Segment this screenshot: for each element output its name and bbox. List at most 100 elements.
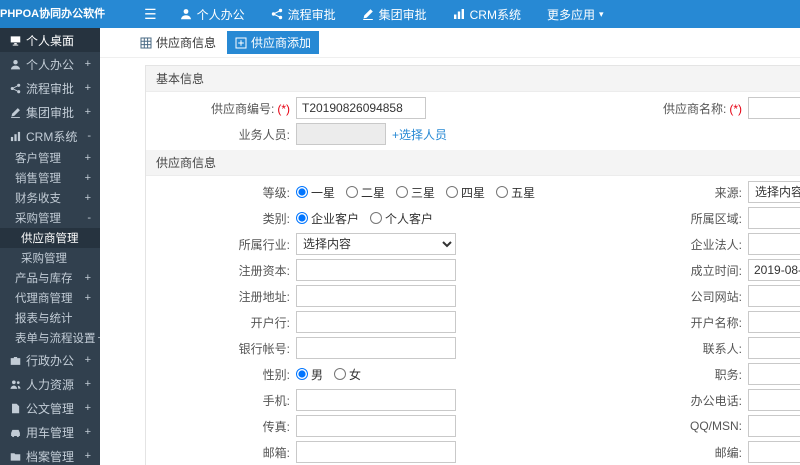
expand-indicator: -	[87, 130, 91, 142]
field-zone: 男女	[296, 366, 606, 383]
level-radio[interactable]	[496, 186, 509, 198]
tab-label: 供应商添加	[251, 36, 312, 50]
field-zone	[296, 311, 606, 333]
sidebar-item-agent-management[interactable]: 代理商管理 +	[0, 288, 100, 308]
level-radio[interactable]	[446, 186, 459, 198]
flow-icon	[271, 8, 283, 20]
sidebar-item-archive-management[interactable]: 档案管理 +	[0, 444, 100, 465]
briefcase-icon	[10, 355, 21, 366]
supplier-name-label: 供应商名称: (*)	[606, 100, 748, 117]
gender-radio-option[interactable]: 女	[334, 366, 361, 383]
content-area: 基本信息供应商编号:(*)供应商名称:(*)业务人员:+选择人员供应商信息等级:…	[100, 59, 800, 465]
field-label-text: 职务:	[714, 367, 742, 382]
gender-radio[interactable]	[296, 368, 308, 380]
region-input[interactable]	[748, 207, 800, 229]
sidebar-item-vehicle-management[interactable]: 用车管理 +	[0, 420, 100, 444]
tab-supplier-info[interactable]: 供应商信息	[132, 31, 224, 54]
select-person-link[interactable]: +选择人员	[392, 126, 447, 143]
sidebar-item-human-resources[interactable]: 人力资源 +	[0, 372, 100, 396]
sidebar-item-form-flow-settings[interactable]: 表单与流程设置+	[0, 328, 100, 348]
supplier-name-input[interactable]	[748, 97, 800, 119]
contact-input[interactable]	[748, 337, 800, 359]
gender-radio-option[interactable]: 男	[296, 366, 323, 383]
topbar-nav-personal-office[interactable]: 个人办公	[167, 0, 258, 28]
radio-label: 企业客户	[311, 211, 360, 226]
qq-msn-input[interactable]	[748, 415, 800, 437]
supplier-code-input[interactable]	[296, 97, 426, 119]
bank-input[interactable]	[296, 311, 456, 333]
registered-address-input[interactable]	[296, 285, 456, 307]
email-input[interactable]	[296, 441, 456, 463]
zip-label: 邮编:	[606, 444, 748, 461]
legal-person-input[interactable]	[748, 233, 800, 255]
level-radio-option[interactable]: 一星	[296, 184, 335, 201]
sidebar-item-label: 财务收支	[15, 193, 61, 205]
sidebar-item-crm-system[interactable]: CRM系统 -	[0, 124, 100, 148]
level-radio[interactable]	[346, 186, 359, 198]
mobile-input[interactable]	[296, 389, 456, 411]
website-input[interactable]	[748, 285, 800, 307]
category-radio-option[interactable]: 个人客户	[370, 210, 433, 227]
sidebar-item-purchasing[interactable]: 采购管理	[0, 248, 100, 268]
field-zone: 一星 二星 三星 四星 五星	[296, 184, 606, 201]
sidebar-item-finance-income-expense[interactable]: 财务收支 +	[0, 188, 100, 208]
sidebar-item-label: 客户管理	[15, 153, 61, 165]
fax-input[interactable]	[296, 415, 456, 437]
account-name-input[interactable]	[748, 311, 800, 333]
expand-indicator: +	[84, 172, 91, 184]
category-radio-option[interactable]: 企业客户	[296, 210, 359, 227]
level-radio[interactable]	[296, 186, 308, 198]
sidebar-item-product-inventory[interactable]: 产品与库存 +	[0, 268, 100, 288]
field-label-text: 注册资本:	[238, 263, 290, 278]
form-cell: 开户名称:	[606, 311, 800, 333]
field-zone	[748, 337, 800, 359]
level-radio[interactable]	[396, 186, 409, 198]
source-select[interactable]: 选择内容	[748, 181, 800, 203]
level-radio-option[interactable]: 五星	[496, 184, 535, 201]
sidebar-item-personal-desktop[interactable]: 个人桌面	[0, 28, 100, 52]
sidebar-item-process-approval[interactable]: 流程审批 +	[0, 76, 100, 100]
category-radio[interactable]	[296, 212, 308, 224]
sidebar-item-sales-management[interactable]: 销售管理 +	[0, 168, 100, 188]
sidebar-item-personal-office[interactable]: 个人办公 +	[0, 52, 100, 76]
sidebar-item-supplier-management[interactable]: 供应商管理	[0, 228, 100, 248]
business-person-input[interactable]	[296, 123, 386, 145]
level-radio-option[interactable]: 二星	[346, 184, 385, 201]
topbar-nav-more-apps[interactable]: 更多应用 ▾	[534, 0, 617, 28]
founded-date-label: 成立时间:	[606, 262, 748, 279]
level-radio-option[interactable]: 三星	[396, 184, 435, 201]
sidebar-item-document-management[interactable]: 公文管理 +	[0, 396, 100, 420]
topbar-nav-crm-system[interactable]: CRM系统	[440, 0, 534, 28]
sidebar-item-label: 公文管理	[26, 401, 75, 416]
field-label-text: 业务人员:	[238, 127, 290, 142]
desktop-icon	[10, 35, 21, 46]
founded-date-input[interactable]	[748, 259, 800, 281]
sidebar-item-reports-statistics[interactable]: 报表与统计	[0, 308, 100, 328]
office-phone-input[interactable]	[748, 389, 800, 411]
level-radio-option[interactable]: 四星	[446, 184, 485, 201]
registered-capital-input[interactable]	[296, 259, 456, 281]
topbar-nav-label: 集团审批	[378, 7, 427, 22]
tab-supplier-add[interactable]: 供应商添加	[227, 31, 320, 54]
zip-input[interactable]	[748, 441, 800, 463]
sidebar-item-admin-office[interactable]: 行政办公 +	[0, 348, 100, 372]
radio-label: 二星	[361, 185, 386, 200]
field-label-text: 企业法人:	[690, 237, 742, 252]
topbar: PHPOA协同办公软件 ☰ 个人办公 流程审批 集团审批 CRM系统 更多应用 ▾	[0, 0, 800, 28]
field-zone: 选择内容	[296, 233, 606, 255]
industry-select[interactable]: 选择内容	[296, 233, 456, 255]
sidebar-item-purchase-management[interactable]: 采购管理 -	[0, 208, 100, 228]
gender-label: 性别:	[146, 366, 296, 383]
topbar-nav-process-approval[interactable]: 流程审批	[258, 0, 349, 28]
category-radio[interactable]	[370, 212, 383, 224]
radio-label: 个人客户	[385, 211, 434, 226]
sidebar-item-label: 采购管理	[15, 213, 61, 225]
expand-indicator: +	[84, 402, 91, 414]
bank-account-input[interactable]	[296, 337, 456, 359]
job-title-input[interactable]	[748, 363, 800, 385]
sidebar-item-customer-management[interactable]: 客户管理 +	[0, 148, 100, 168]
menu-toggle-icon[interactable]: ☰	[144, 0, 157, 28]
sidebar-item-group-approval[interactable]: 集团审批 +	[0, 100, 100, 124]
topbar-nav-group-approval[interactable]: 集团审批	[349, 0, 440, 28]
gender-radio[interactable]	[334, 368, 347, 380]
